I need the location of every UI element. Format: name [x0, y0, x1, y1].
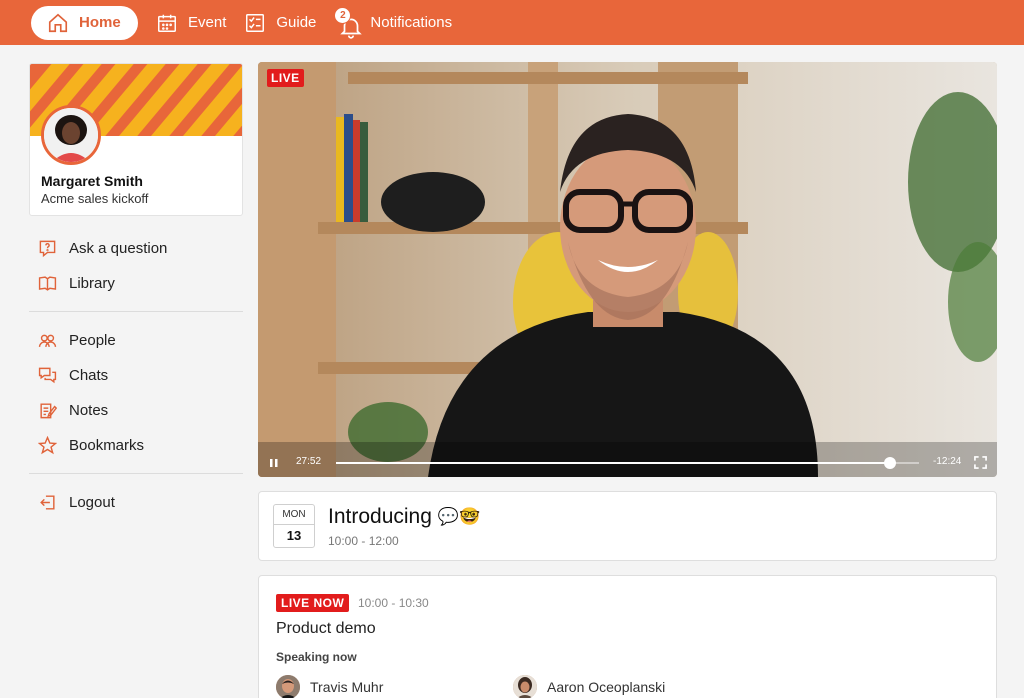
question-icon — [39, 240, 56, 258]
notes-icon — [40, 403, 57, 419]
nav-home[interactable]: Home — [31, 5, 138, 40]
speaker-item[interactable]: Aaron Oceoplanski — [513, 675, 665, 698]
video-progress-fill — [336, 462, 890, 464]
profile-name: Margaret Smith — [41, 173, 143, 189]
video-frame — [258, 62, 997, 477]
session-date: MON 13 — [273, 504, 315, 548]
video-progress-handle[interactable] — [883, 457, 896, 469]
session-title-emoji: 💬🤓 — [437, 507, 481, 526]
checklist-icon — [246, 13, 265, 32]
people-icon — [38, 334, 57, 347]
video-progress-bar[interactable] — [336, 457, 919, 469]
speaker-item[interactable]: Travis Muhr — [276, 675, 383, 698]
agenda-title: Product demo — [276, 620, 376, 637]
sidebar-item-label: Logout — [69, 494, 115, 511]
speaker-name: Aaron Oceoplanski — [547, 679, 666, 695]
star-icon — [38, 436, 57, 455]
calendar-icon — [158, 14, 176, 32]
avatar — [41, 105, 101, 165]
sidebar-group-account: Logout — [38, 485, 243, 520]
sidebar-item-label: Notes — [69, 402, 109, 419]
live-now-badge: LIVE NOW — [276, 594, 350, 612]
notifications-icon-wrap: 2 — [334, 6, 363, 39]
nav-event-label: Event — [188, 14, 227, 31]
sidebar-item-chats[interactable]: Chats — [38, 358, 243, 393]
sidebar-item-bookmarks[interactable]: Bookmarks — [38, 428, 243, 463]
sidebar-group-social: People Chats Notes Bookmarks — [38, 323, 243, 463]
session-title-text: Introducing — [328, 505, 432, 528]
nav-notifications-label: Notifications — [370, 14, 453, 31]
logout-icon — [40, 495, 55, 510]
notification-count-badge: 2 — [334, 6, 352, 24]
book-icon — [38, 276, 57, 291]
nav-home-label: Home — [79, 14, 121, 31]
video-player[interactable]: LIVE 27:52 -12:24 — [258, 62, 997, 477]
video-controls: 27:52 -12:24 — [258, 447, 997, 477]
pause-icon[interactable] — [269, 458, 279, 468]
agenda-time: 10:00 - 10:30 — [358, 596, 429, 610]
speaker-avatar — [513, 675, 537, 698]
agenda-item-card[interactable]: LIVE NOW 10:00 - 10:30 Product demo Spea… — [258, 575, 997, 698]
session-month: MON — [274, 505, 314, 525]
nav-guide-label: Guide — [276, 14, 317, 31]
session-card[interactable]: MON 13 Introducing 💬🤓 10:00 - 12:00 — [258, 491, 997, 561]
sidebar-item-notes[interactable]: Notes — [38, 393, 243, 428]
sidebar-item-logout[interactable]: Logout — [38, 485, 243, 520]
sidebar-item-label: Bookmarks — [69, 437, 145, 454]
profile-card[interactable]: Margaret Smith Acme sales kickoff — [29, 63, 243, 216]
session-day: 13 — [286, 528, 302, 543]
nav-event[interactable]: Event — [156, 12, 226, 34]
nav-notifications[interactable]: 2 Notifications — [334, 6, 453, 39]
top-navigation: Home Event Guide 2 Notifications — [0, 0, 1024, 45]
sidebar-item-people[interactable]: People — [38, 323, 243, 358]
sidebar-item-ask-question[interactable]: Ask a question — [38, 231, 243, 266]
sidebar-item-label: People — [69, 332, 116, 349]
session-time: 10:00 - 12:00 — [328, 534, 399, 548]
sidebar-item-label: Ask a question — [69, 240, 168, 257]
live-badge: LIVE — [267, 69, 304, 87]
nav-guide[interactable]: Guide — [244, 12, 316, 34]
profile-event: Acme sales kickoff — [41, 191, 149, 206]
home-icon — [48, 13, 68, 32]
sidebar-divider — [29, 311, 243, 312]
sidebar-group-primary: Ask a question Library — [38, 231, 243, 301]
fullscreen-icon[interactable] — [974, 456, 987, 469]
speaker-avatar — [276, 675, 300, 698]
session-title: Introducing 💬🤓 — [328, 505, 480, 529]
sidebar-item-label: Chats — [69, 367, 109, 384]
speaker-name: Travis Muhr — [310, 679, 384, 695]
sidebar-divider — [29, 473, 243, 474]
chat-icon — [38, 367, 57, 384]
sidebar-item-library[interactable]: Library — [38, 266, 243, 301]
sidebar-item-label: Library — [69, 275, 115, 292]
remaining-time: -12:24 — [933, 456, 962, 467]
elapsed-time: 27:52 — [296, 456, 322, 467]
speaking-now-label: Speaking now — [276, 650, 357, 664]
